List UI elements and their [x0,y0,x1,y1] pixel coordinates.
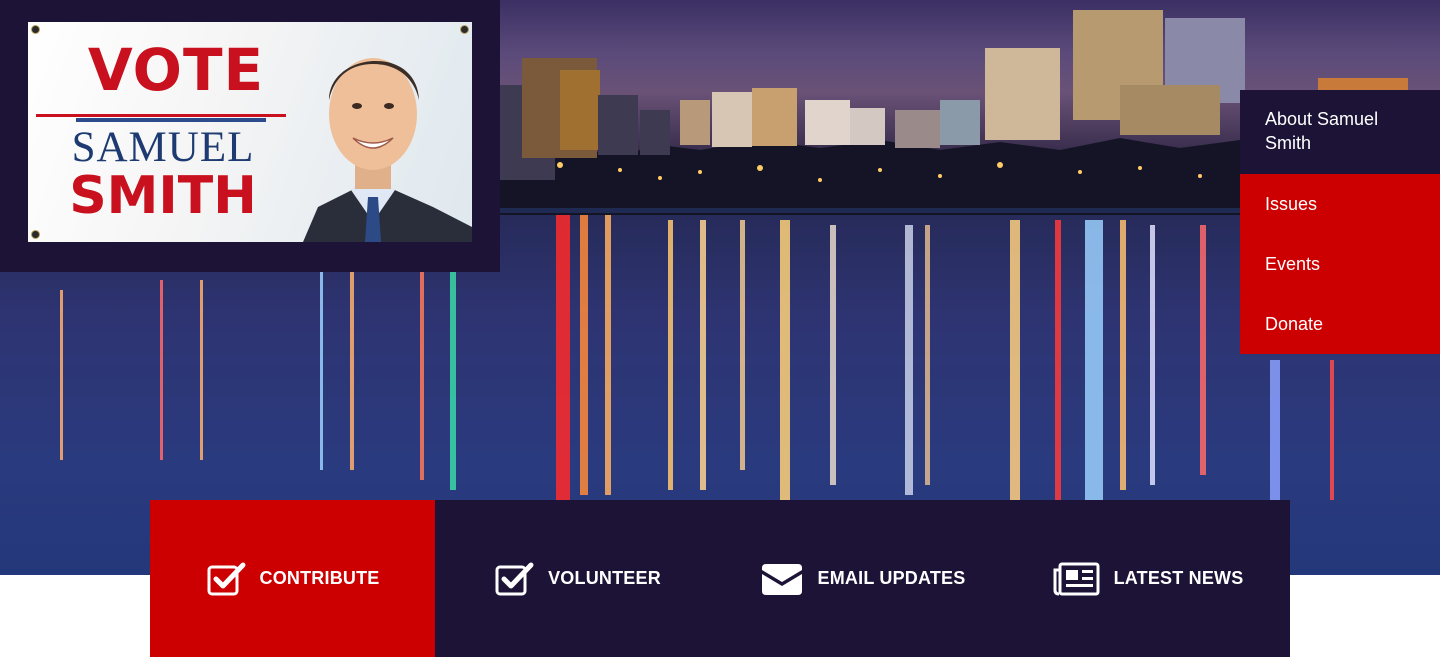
logo-first-name: SAMUEL [71,124,255,171]
nav-red-group: Issues Events Donate [1240,174,1440,354]
volunteer-button[interactable]: VOLUNTEER [435,500,720,657]
email-updates-label: EMAIL UPDATES [817,568,966,588]
email-updates-button[interactable]: EMAIL UPDATES [720,500,1005,657]
grommet-icon [31,25,40,34]
nav-item-donate[interactable]: Donate [1240,294,1440,354]
nav-item-issues[interactable]: Issues [1240,174,1440,234]
nav-item-events[interactable]: Events [1240,234,1440,294]
latest-news-label: LATEST NEWS [1113,568,1244,588]
side-navigation: About Samuel Smith Issues Events Donate [1240,90,1440,354]
campaign-banner-logo[interactable]: VOTE SAMUEL SMITH [28,22,472,242]
logo-last-name: SMITH [69,166,257,226]
contribute-button[interactable]: CONTRIBUTE [150,500,435,657]
logo-vote-text: VOTE [87,36,265,104]
envelope-icon [761,563,802,595]
nav-item-about[interactable]: About Samuel Smith [1240,90,1440,174]
contribute-label: CONTRIBUTE [259,568,380,588]
checkbox-icon [495,562,534,595]
grommet-icon [31,230,40,239]
logo-panel[interactable]: VOTE SAMUEL SMITH [0,0,500,272]
banner-divider [76,118,266,122]
volunteer-label: VOLUNTEER [548,568,661,588]
banner-divider [36,114,286,117]
latest-news-button[interactable]: LATEST NEWS [1005,500,1290,657]
candidate-portrait [303,58,472,242]
action-bar: CONTRIBUTE VOLUNTEER EMAIL UPDATES LATES… [150,500,1290,657]
newspaper-icon [1053,562,1100,595]
checkbox-icon [207,562,245,595]
